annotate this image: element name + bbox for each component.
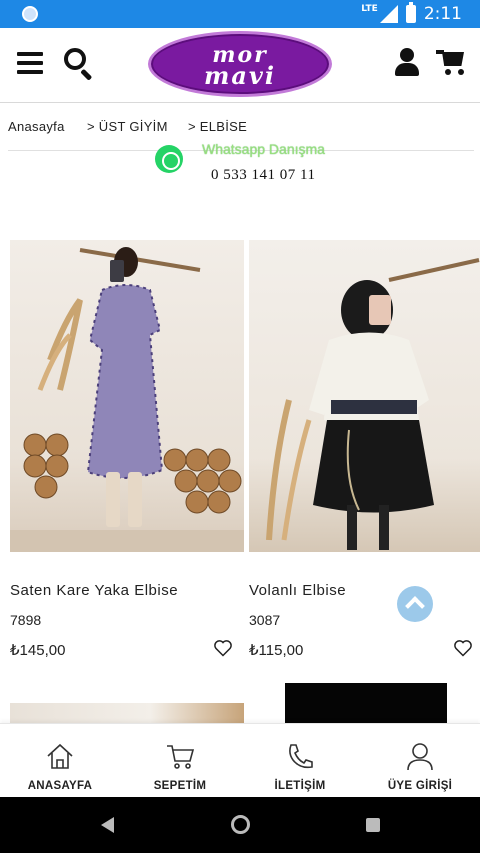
- nav-cart-label: SEPETİM: [153, 780, 207, 792]
- breadcrumb-elbise[interactable]: > ELBİSE: [188, 119, 247, 134]
- breadcrumb-home[interactable]: Anasayfa: [8, 119, 65, 134]
- system-navigation-bar: [0, 797, 480, 853]
- user-icon: [407, 743, 433, 771]
- phone-icon: [289, 744, 313, 769]
- home-circle-icon[interactable]: [231, 815, 250, 834]
- cart-icon: [167, 745, 195, 769]
- product-name[interactable]: Volanlı Elbise: [249, 582, 346, 599]
- account-icon[interactable]: [395, 48, 419, 76]
- cart-icon[interactable]: [436, 48, 466, 76]
- bottom-navigation: ANASAYFA SEPETİM İLETİŞİM ÜYE GİRİŞİ: [0, 723, 480, 797]
- whatsapp-icon[interactable]: [155, 145, 183, 173]
- favorite-heart-icon[interactable]: [213, 638, 233, 658]
- menu-icon[interactable]: [17, 52, 43, 74]
- search-icon[interactable]: [64, 48, 94, 81]
- favorite-heart-icon[interactable]: [453, 638, 473, 658]
- scroll-to-top-button[interactable]: [397, 586, 433, 622]
- product-price: ₺115,00: [249, 642, 304, 659]
- nav-home-label: ANASAYFA: [27, 780, 93, 792]
- nav-login[interactable]: ÜYE GİRİŞİ: [360, 724, 480, 798]
- clock: 2:11: [423, 4, 462, 24]
- product-card[interactable]: Volanlı Elbise 3087 ₺115,00: [249, 240, 480, 659]
- product-image[interactable]: [10, 703, 244, 723]
- recents-icon[interactable]: [366, 818, 380, 832]
- product-image[interactable]: [249, 240, 480, 552]
- notification-icon: [22, 6, 38, 22]
- product-code: 3087: [249, 612, 281, 628]
- product-card[interactable]: Saten Kare Yaka Elbise 7898 ₺145,00: [10, 240, 244, 659]
- battery-icon: [405, 2, 416, 23]
- site-header: mor mavi: [0, 28, 480, 103]
- product-code: 7898: [10, 612, 42, 628]
- nav-home[interactable]: ANASAYFA: [0, 724, 120, 798]
- product-price: ₺145,00: [10, 642, 66, 659]
- logo-text-bottom: mavi: [203, 61, 276, 90]
- product-name[interactable]: Saten Kare Yaka Elbise: [10, 582, 178, 599]
- whatsapp-phone[interactable]: 0 533 141 07 11: [211, 167, 315, 184]
- back-icon[interactable]: [101, 817, 114, 833]
- home-icon: [47, 743, 73, 769]
- signal-icon: [379, 5, 398, 23]
- network-label: LTE: [361, 4, 378, 14]
- whatsapp-label[interactable]: Whatsapp Danışma: [202, 141, 325, 157]
- nav-contact[interactable]: İLETİŞİM: [240, 724, 360, 798]
- nav-cart[interactable]: SEPETİM: [120, 724, 240, 798]
- product-image[interactable]: [10, 240, 244, 552]
- product-image[interactable]: [285, 683, 447, 723]
- nav-contact-label: İLETİŞİM: [274, 780, 326, 792]
- brand-logo[interactable]: mor mavi: [148, 31, 332, 97]
- nav-login-label: ÜYE GİRİŞİ: [387, 780, 453, 792]
- status-bar: LTE 2:11: [0, 0, 480, 28]
- breadcrumb-ust-giyim[interactable]: > ÜST GİYİM: [87, 119, 168, 134]
